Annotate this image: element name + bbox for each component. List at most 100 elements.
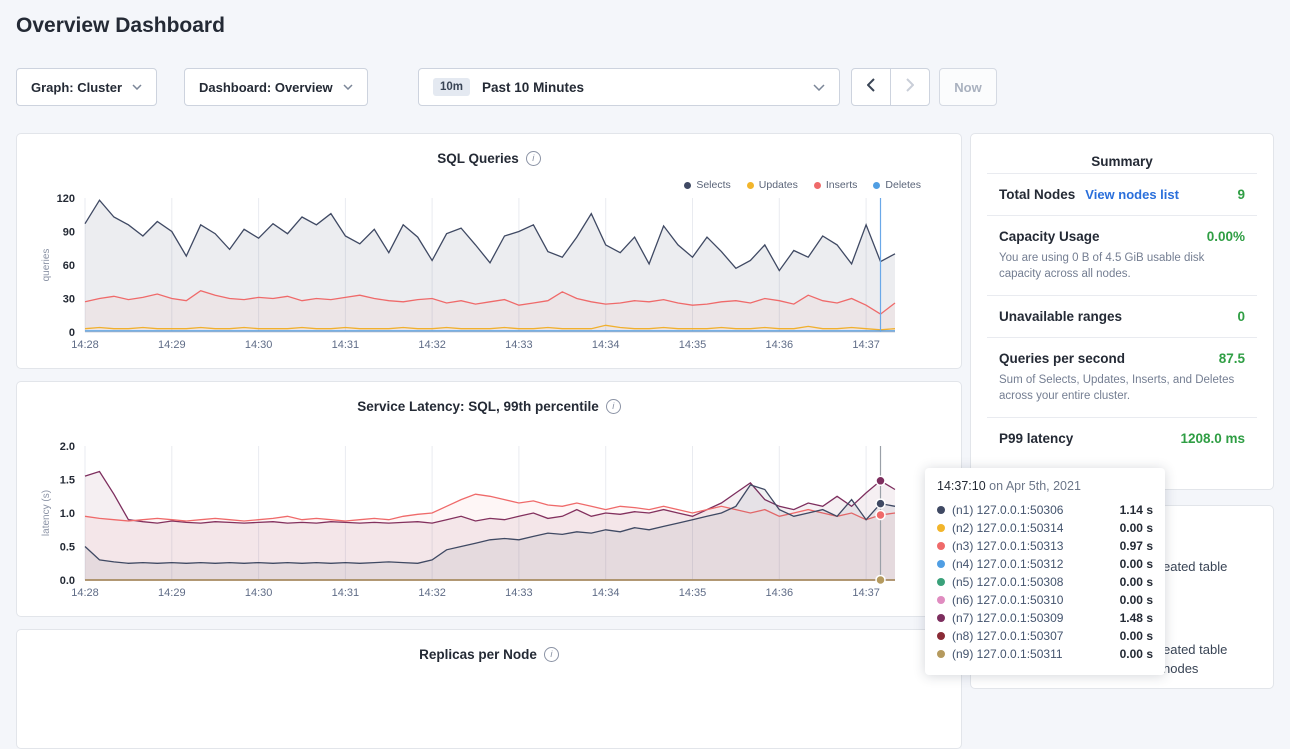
event-item[interactable]: eated table (1163, 642, 1227, 657)
x-axis-tick: 14:30 (245, 339, 273, 351)
y-axis-label: queries (41, 249, 52, 282)
tooltip-row: (n7) 127.0.0.1:50309 1.48 s (937, 609, 1153, 627)
service-latency-chart-canvas[interactable]: 14:2814:2914:3014:3114:3214:3314:3414:35… (17, 438, 963, 602)
graph-dropdown[interactable]: Graph: Cluster (16, 68, 157, 106)
tooltip-rows: (n1) 127.0.0.1:503061.14 s(n2) 127.0.0.1… (937, 501, 1153, 663)
event-item[interactable]: nodes (1163, 661, 1198, 676)
summary-row-value: 1208.0 ms (1180, 431, 1245, 446)
graph-dropdown-label: Graph: Cluster (31, 80, 122, 95)
x-axis-tick: 14:34 (592, 587, 620, 599)
summary-row-label: Total Nodes (999, 187, 1075, 202)
summary-row-unavailable-ranges: Unavailable ranges 0 (987, 295, 1257, 337)
info-icon[interactable]: i (526, 151, 541, 166)
x-axis-tick: 14:37 (852, 587, 880, 599)
x-axis-tick: 14:31 (332, 587, 360, 599)
tooltip-row: (n1) 127.0.0.1:50306 1.14 s (937, 501, 1153, 519)
y-axis-tick: 120 (57, 193, 75, 205)
summary-row-description: Sum of Selects, Updates, Inserts, and De… (999, 372, 1245, 404)
tooltip-node-label: (n6) 127.0.0.1:50310 (952, 591, 1063, 609)
dashboard-dropdown-label: Dashboard: Overview (199, 80, 333, 95)
time-next-button[interactable] (890, 68, 930, 106)
x-axis-tick: 14:36 (766, 339, 794, 351)
dashboard-dropdown[interactable]: Dashboard: Overview (184, 68, 368, 106)
chevron-left-icon (867, 78, 875, 97)
info-icon[interactable]: i (544, 647, 559, 662)
summary-row-queries-per-second: Queries per second 87.5 Sum of Selects, … (987, 337, 1257, 417)
chevron-right-icon (906, 78, 914, 97)
series-dot-icon (937, 614, 945, 622)
series-dot-icon (937, 578, 945, 586)
tooltip-node-value: 0.00 s (1120, 591, 1153, 609)
summary-row-value: 0 (1237, 309, 1245, 324)
summary-row-label: P99 latency (999, 431, 1073, 446)
y-axis-label: latency (s) (41, 490, 52, 536)
x-axis-tick: 14:29 (158, 339, 186, 351)
tooltip-node-label: (n8) 127.0.0.1:50307 (952, 627, 1063, 645)
y-axis-tick: 0 (69, 327, 75, 339)
tooltip-row: (n3) 127.0.0.1:503130.97 s (937, 537, 1153, 555)
x-axis-tick: 14:28 (71, 587, 99, 599)
tooltip-row: (n2) 127.0.0.1:50314 0.00 s (937, 519, 1153, 537)
sql-queries-chart-canvas[interactable]: 14:2814:2914:3014:3114:3214:3314:3414:35… (17, 190, 963, 354)
tooltip-node-value: 0.97 s (1120, 537, 1153, 555)
tooltip-node-value: 0.00 s (1120, 627, 1153, 645)
time-range-label: Past 10 Minutes (482, 80, 801, 95)
summary-row-value: 87.5 (1219, 351, 1245, 366)
view-nodes-list-link[interactable]: View nodes list (1085, 187, 1179, 202)
y-axis-tick: 0.5 (60, 542, 75, 554)
tooltip-node-value: 1.14 s (1120, 501, 1153, 519)
tooltip-row: (n9) 127.0.0.1:503110.00 s (937, 645, 1153, 663)
tooltip-node-value: 1.48 s (1120, 609, 1153, 627)
crosshair-dot (876, 499, 885, 508)
summary-row-label: Unavailable ranges (999, 309, 1122, 324)
x-axis-tick: 14:37 (852, 339, 880, 351)
time-range-picker[interactable]: 10m Past 10 Minutes (418, 68, 840, 106)
y-axis-tick: 0.0 (60, 575, 75, 587)
info-icon[interactable]: i (606, 399, 621, 414)
y-axis-tick: 30 (63, 294, 75, 306)
legend-dot-icon (684, 182, 691, 189)
summary-row-total-nodes: Total Nodes View nodes list 9 (987, 173, 1257, 215)
x-axis-tick: 14:33 (505, 339, 533, 351)
y-axis-tick: 1.5 (60, 475, 75, 487)
x-axis-tick: 14:31 (332, 339, 360, 351)
summary-row-label: Queries per second (999, 351, 1125, 366)
event-item[interactable]: eated table (1163, 559, 1227, 574)
replicas-per-node-chart-card: Replicas per Node i (16, 629, 962, 749)
tooltip-node-label: (n2) 127.0.0.1:50314 (952, 519, 1063, 537)
x-axis-tick: 14:35 (679, 587, 707, 599)
x-axis-tick: 14:35 (679, 339, 707, 351)
tooltip-title: 14:37:10 on Apr 5th, 2021 (937, 479, 1153, 493)
tooltip-row: (n6) 127.0.0.1:50310 0.00 s (937, 591, 1153, 609)
tooltip-row: (n5) 127.0.0.1:503080.00 s (937, 573, 1153, 591)
page-title: Overview Dashboard (16, 14, 225, 38)
summary-row-capacity-usage: Capacity Usage 0.00% You are using 0 B o… (987, 215, 1257, 295)
tooltip-node-value: 0.00 s (1120, 645, 1153, 663)
summary-row-p99-latency: P99 latency 1208.0 ms (987, 417, 1257, 459)
tooltip-node-label: (n7) 127.0.0.1:50309 (952, 609, 1063, 627)
series-dot-icon (937, 506, 945, 514)
chevron-down-icon (813, 84, 825, 91)
summary-row-value: 0.00% (1207, 229, 1245, 244)
crosshair-dot (876, 576, 885, 585)
chart-hover-tooltip: 14:37:10 on Apr 5th, 2021 (n1) 127.0.0.1… (925, 468, 1165, 675)
x-axis-tick: 14:32 (418, 587, 446, 599)
chevron-down-icon (132, 84, 142, 90)
chart-title-row: Service Latency: SQL, 99th percentile i (17, 399, 961, 414)
series-dot-icon (937, 560, 945, 568)
service-latency-chart-title: Service Latency: SQL, 99th percentile (357, 399, 599, 414)
summary-row-description: You are using 0 B of 4.5 GiB usable disk… (999, 250, 1245, 282)
legend-dot-icon (873, 182, 880, 189)
now-button[interactable]: Now (939, 68, 997, 106)
time-prev-button[interactable] (851, 68, 891, 106)
legend-dot-icon (814, 182, 821, 189)
time-range-badge: 10m (433, 78, 470, 96)
tooltip-node-label: (n1) 127.0.0.1:50306 (952, 501, 1063, 519)
tooltip-node-value: 0.00 s (1120, 519, 1153, 537)
x-axis-tick: 14:36 (766, 587, 794, 599)
x-axis-tick: 14:33 (505, 587, 533, 599)
chevron-down-icon (343, 84, 353, 90)
chart-title-row: SQL Queries i (17, 151, 961, 166)
y-axis-tick: 2.0 (60, 441, 75, 453)
series-dot-icon (937, 650, 945, 658)
